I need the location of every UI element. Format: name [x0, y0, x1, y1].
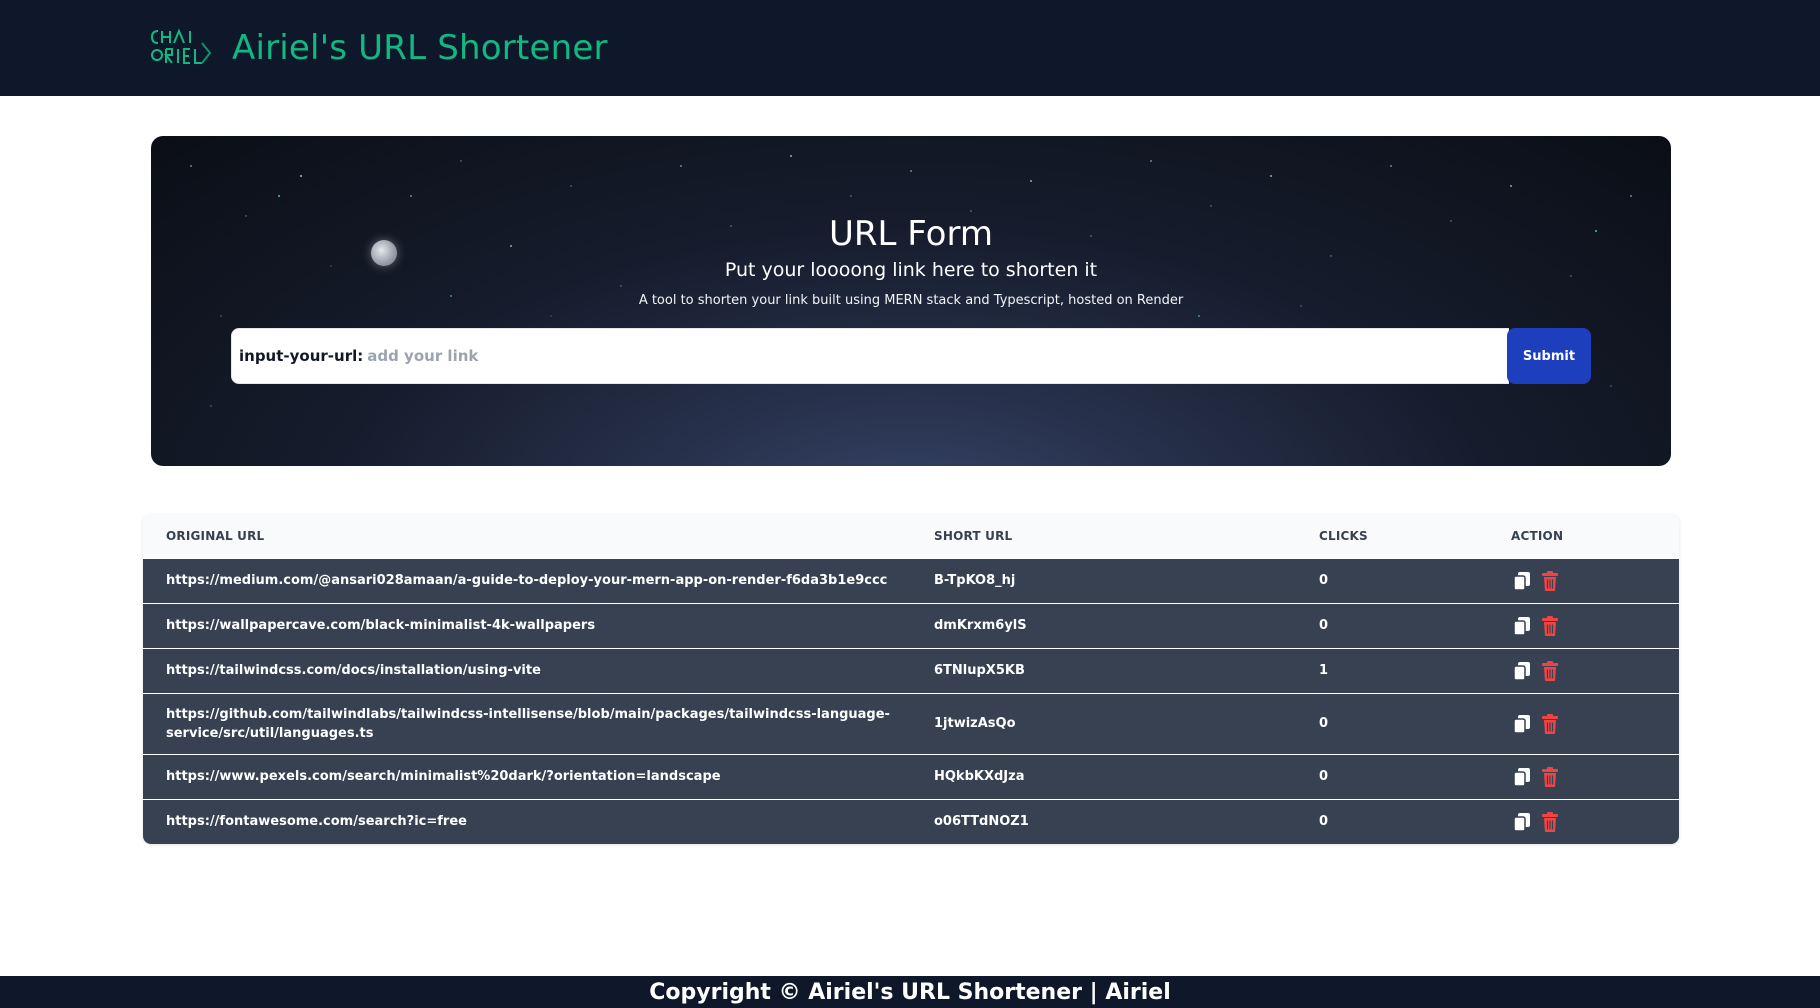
copy-icon[interactable]: [1511, 615, 1533, 637]
original-url-cell[interactable]: https://fontawesome.com/search?ic=free: [143, 799, 911, 844]
url-form-hero: URL Form Put your loooong link here to s…: [151, 136, 1671, 466]
table-row: https://tailwindcss.com/docs/installatio…: [143, 648, 1679, 693]
url-input-label: input-your-url:: [239, 347, 364, 365]
original-url-cell[interactable]: https://github.com/tailwindlabs/tailwind…: [143, 693, 911, 754]
clicks-cell: 1: [1319, 663, 1329, 678]
original-url-cell[interactable]: https://www.pexels.com/search/minimalist…: [143, 754, 911, 799]
clicks-cell: 0: [1319, 814, 1329, 829]
form-description: A tool to shorten your link built using …: [638, 293, 1184, 308]
copy-icon[interactable]: [1511, 713, 1533, 735]
table-row: https://wallpapercave.com/black-minimali…: [143, 603, 1679, 648]
original-url-cell[interactable]: https://wallpapercave.com/black-minimali…: [143, 603, 911, 648]
action-cell: [1488, 648, 1679, 693]
trash-icon[interactable]: [1539, 615, 1561, 637]
short-url-cell[interactable]: B-TpKO8_hj: [911, 558, 1296, 603]
action-cell: [1488, 799, 1679, 844]
trash-icon[interactable]: [1539, 660, 1561, 682]
trash-icon[interactable]: [1539, 811, 1561, 833]
url-form: input-your-url: Submit: [231, 328, 1591, 384]
short-url-cell[interactable]: 1jtwizAsQo: [911, 693, 1296, 754]
action-cell: [1488, 558, 1679, 603]
site-title: Airiel's URL Shortener: [232, 28, 608, 68]
column-header-short-url: Short URL: [934, 528, 1013, 543]
clicks-cell: 0: [1319, 573, 1329, 588]
action-cell: [1488, 693, 1679, 754]
trash-icon[interactable]: [1539, 713, 1561, 735]
action-cell: [1488, 754, 1679, 799]
url-input[interactable]: [367, 347, 1508, 365]
column-header-clicks: Clicks: [1319, 528, 1368, 543]
table-header-row: Original URL Short URL Clicks Action: [143, 514, 1679, 558]
trash-icon[interactable]: [1539, 766, 1561, 788]
urls-table-container: Original URL Short URL Clicks Action htt…: [143, 514, 1679, 844]
url-input-wrapper: input-your-url:: [231, 328, 1509, 384]
site-logo[interactable]: [150, 23, 214, 73]
table-row: https://github.com/tailwindlabs/tailwind…: [143, 693, 1679, 754]
copy-icon[interactable]: [1511, 660, 1533, 682]
table-row: https://medium.com/@ansari028amaan/a-gui…: [143, 558, 1679, 603]
table-row: https://fontawesome.com/search?ic=free o…: [143, 799, 1679, 844]
clicks-cell: 0: [1319, 716, 1329, 731]
clicks-cell: 0: [1319, 618, 1329, 633]
original-url-cell[interactable]: https://tailwindcss.com/docs/installatio…: [143, 648, 911, 693]
urls-table: Original URL Short URL Clicks Action htt…: [143, 514, 1679, 844]
copy-icon[interactable]: [1511, 570, 1533, 592]
submit-button[interactable]: Submit: [1507, 328, 1591, 384]
column-header-action: Action: [1511, 528, 1564, 543]
trash-icon[interactable]: [1539, 570, 1561, 592]
short-url-cell[interactable]: 6TNlupX5KB: [911, 648, 1296, 693]
short-url-cell[interactable]: HQkbKXdJza: [911, 754, 1296, 799]
top-nav: Airiel's URL Shortener: [0, 0, 1820, 96]
table-row: https://www.pexels.com/search/minimalist…: [143, 754, 1679, 799]
original-url-cell[interactable]: https://medium.com/@ansari028amaan/a-gui…: [143, 558, 911, 603]
column-header-original-url: Original URL: [166, 528, 265, 543]
action-cell: [1488, 603, 1679, 648]
copy-icon[interactable]: [1511, 766, 1533, 788]
form-subtitle: Put your loooong link here to shorten it: [724, 259, 1098, 281]
short-url-cell[interactable]: o06TTdNOZ1: [911, 799, 1296, 844]
clicks-cell: 0: [1319, 769, 1329, 784]
footer-copyright: Copyright © Airiel's URL Shortener | Air…: [649, 979, 1171, 1005]
form-title: URL Form: [829, 214, 993, 254]
short-url-cell[interactable]: dmKrxm6ylS: [911, 603, 1296, 648]
footer: Copyright © Airiel's URL Shortener | Air…: [0, 976, 1820, 1008]
copy-icon[interactable]: [1511, 811, 1533, 833]
